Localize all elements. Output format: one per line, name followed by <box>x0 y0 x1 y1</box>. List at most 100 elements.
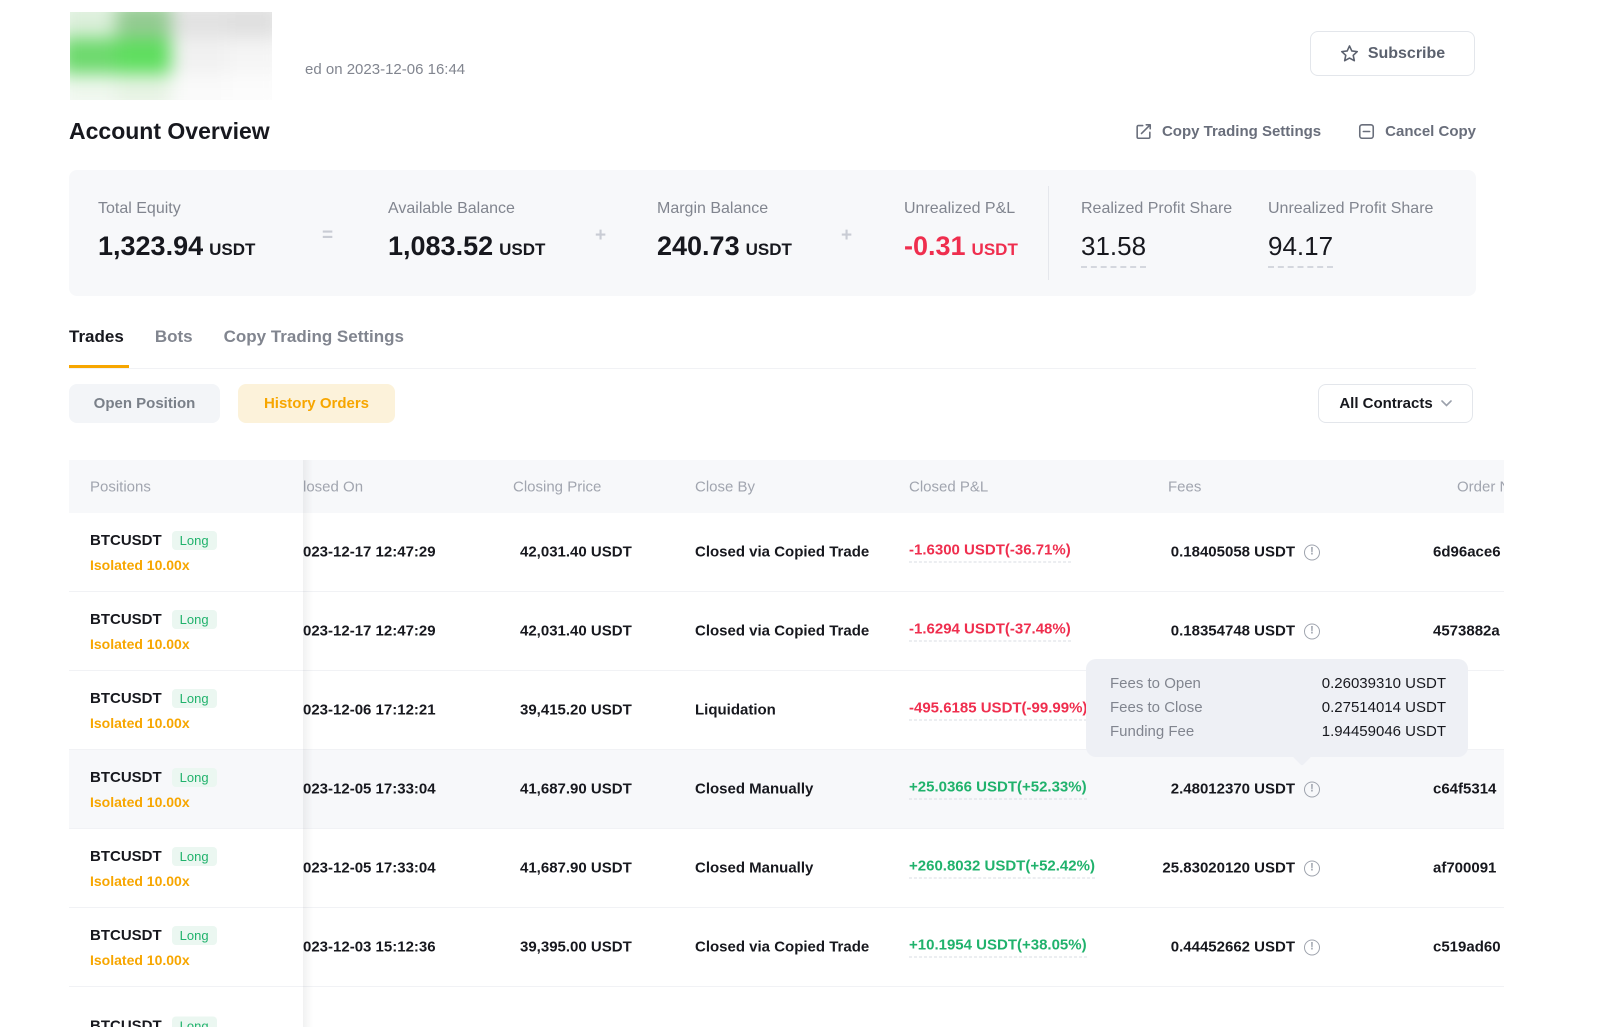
position-side-badge: Long <box>172 1017 217 1027</box>
tooltip-value: 0.26039310 USDT <box>1322 672 1446 696</box>
stat-value: 240.73 <box>657 231 740 261</box>
position-symbol: BTCUSDT <box>90 1018 162 1027</box>
tooltip-label: Fees to Open <box>1110 672 1201 696</box>
stat-unrealized-profit-share: Unrealized Profit Share 94.17 <box>1268 200 1433 268</box>
main-tabs: Trades Bots Copy Trading Settings <box>69 327 404 347</box>
stat-value: 1,323.94 <box>98 231 203 261</box>
cancel-copy-action[interactable]: Cancel Copy <box>1357 122 1476 141</box>
order-no-cell: af700091 <box>1433 860 1496 877</box>
avatar-pixelation <box>70 12 272 100</box>
close-by-cell: Closed Manually <box>695 860 813 877</box>
fees-value: 0.18354748 USDT <box>1171 623 1295 640</box>
fees-value: 0.44452662 USDT <box>1171 939 1295 956</box>
info-icon[interactable]: ! <box>1304 939 1320 955</box>
stat-value[interactable]: 94.17 <box>1268 231 1333 268</box>
col-closed-on: losed On <box>303 478 363 495</box>
stat-total-equity: Total Equity 1,323.94USDT <box>98 200 255 262</box>
stat-label: Unrealized Profit Share <box>1268 200 1433 218</box>
fees-value: 0.18405058 USDT <box>1171 544 1295 561</box>
tooltip-label: Funding Fee <box>1110 720 1194 744</box>
closed-pnl-cell[interactable]: +10.1954 USDT(+38.05%) <box>909 937 1087 958</box>
open-position-button[interactable]: Open Position <box>69 384 220 423</box>
position-side-badge: Long <box>172 531 217 550</box>
position-margin-leverage: Isolated 10.00x <box>90 715 217 731</box>
table-row: BTCUSDT Long Isolated 10.00x 023-12-03 1… <box>69 908 1504 987</box>
subscribe-button[interactable]: Subscribe <box>1310 31 1475 76</box>
closing-price-cell: 39,395.00 USDT <box>520 939 632 956</box>
order-no-cell: 6d96ace6 <box>1433 544 1501 561</box>
stat-available-balance: Available Balance 1,083.52USDT <box>388 200 545 262</box>
tooltip-row: Fees to Open 0.26039310 USDT <box>1110 672 1446 696</box>
fees-breakdown-tooltip: Fees to Open 0.26039310 USDT Fees to Clo… <box>1086 659 1468 757</box>
closed-on-cell: 023-12-03 15:12:36 <box>303 939 436 956</box>
position-symbol: BTCUSDT <box>90 927 162 944</box>
tab-bots[interactable]: Bots <box>155 327 193 347</box>
closed-pnl-cell[interactable]: -495.6185 USDT(-99.99%) <box>909 700 1087 721</box>
close-by-cell: Closed Manually <box>695 781 813 798</box>
position-margin-leverage: Isolated 10.00x <box>90 873 217 889</box>
subscribe-label: Subscribe <box>1368 45 1445 63</box>
page-title: Account Overview <box>69 118 270 145</box>
stat-value: 1,083.52 <box>388 231 493 261</box>
stat-unit: USDT <box>499 240 545 259</box>
col-fees: Fees <box>1168 478 1201 495</box>
info-icon[interactable]: ! <box>1304 544 1320 560</box>
table-row: BTCUSDT Long Isolated 10.00x 023-12-05 1… <box>69 750 1504 829</box>
fees-cell: 25.83020120 USDT ! <box>1143 860 1320 877</box>
fees-cell: 2.48012370 USDT ! <box>1143 781 1320 798</box>
closing-price-cell: 39,415.20 USDT <box>520 702 632 719</box>
tab-copy-trading-settings[interactable]: Copy Trading Settings <box>224 327 404 347</box>
closed-pnl-cell[interactable]: +25.0366 USDT(+52.33%) <box>909 779 1087 800</box>
overview-actions: Copy Trading Settings Cancel Copy <box>1134 122 1476 141</box>
closed-pnl-cell[interactable]: -1.6294 USDT(-37.48%) <box>909 621 1071 642</box>
tab-trades[interactable]: Trades <box>69 327 124 347</box>
close-by-cell: Closed via Copied Trade <box>695 939 869 956</box>
closing-price-cell: 41,687.90 USDT <box>520 781 632 798</box>
table-row: BTCUSDT Long Isolated 10.00x 023-12-05 1… <box>69 829 1504 908</box>
order-no-cell: c64f5314 <box>1433 781 1496 798</box>
positions-cell: BTCUSDT Long Isolated 10.00x <box>90 531 217 573</box>
position-side-badge: Long <box>172 847 217 866</box>
copy-trading-settings-action[interactable]: Copy Trading Settings <box>1134 122 1321 141</box>
positions-cell: BTCUSDT Long Isolated 10.00x <box>90 847 217 889</box>
stat-unrealized-pnl: Unrealized P&L -0.31 USDT <box>904 200 1018 262</box>
stats-divider <box>1048 186 1049 280</box>
stat-unit: USDT <box>972 240 1018 259</box>
positions-cell: BTCUSDT Long Isolated 10.00x <box>90 610 217 652</box>
stat-value: -0.31 <box>904 231 966 261</box>
position-symbol: BTCUSDT <box>90 848 162 865</box>
equals-operator: = <box>322 225 333 247</box>
tooltip-row: Funding Fee 1.94459046 USDT <box>1110 720 1446 744</box>
closed-pnl-cell[interactable]: -1.6300 USDT(-36.71%) <box>909 542 1071 563</box>
info-icon[interactable]: ! <box>1304 860 1320 876</box>
table-header: Positions losed On Closing Price Close B… <box>69 460 1504 513</box>
position-margin-leverage: Isolated 10.00x <box>90 557 217 573</box>
position-margin-leverage: Isolated 10.00x <box>90 636 217 652</box>
contracts-filter-dropdown[interactable]: All Contracts <box>1318 384 1473 423</box>
tabs-divider <box>69 368 1476 369</box>
closed-on-cell: 023-12-06 17:12:21 <box>303 702 436 719</box>
fees-cell: 0.44452662 USDT ! <box>1143 939 1320 956</box>
close-by-cell: Liquidation <box>695 702 776 719</box>
order-no-cell: c519ad60 <box>1433 939 1501 956</box>
plus-operator: + <box>841 225 852 247</box>
position-margin-leverage: Isolated 10.00x <box>90 794 217 810</box>
star-icon <box>1340 44 1359 63</box>
fees-cell: 0.18354748 USDT ! <box>1143 623 1320 640</box>
closing-price-cell: 42,031.40 USDT <box>520 623 632 640</box>
stat-value[interactable]: 31.58 <box>1081 231 1146 268</box>
position-side-badge: Long <box>172 689 217 708</box>
closed-pnl-cell[interactable]: +260.8032 USDT(+52.42%) <box>909 858 1095 879</box>
position-margin-leverage: Isolated 10.00x <box>90 952 217 968</box>
closing-price-cell: 41,687.90 USDT <box>520 860 632 877</box>
positions-cell: BTCUSDT Long Isolated 10.00x <box>90 768 217 810</box>
closed-on-cell: 023-12-17 12:47:29 <box>303 623 436 640</box>
stat-label: Unrealized P&L <box>904 200 1018 218</box>
stat-label: Margin Balance <box>657 200 792 218</box>
copy-trading-account-page: ed on 2023-12-06 16:44 Subscribe Account… <box>0 0 1600 1027</box>
info-icon[interactable]: ! <box>1304 623 1320 639</box>
col-order-no: Order N <box>1457 478 1504 495</box>
col-closed-pnl: Closed P&L <box>909 478 988 495</box>
history-orders-button[interactable]: History Orders <box>238 384 395 423</box>
info-icon[interactable]: ! <box>1304 781 1320 797</box>
